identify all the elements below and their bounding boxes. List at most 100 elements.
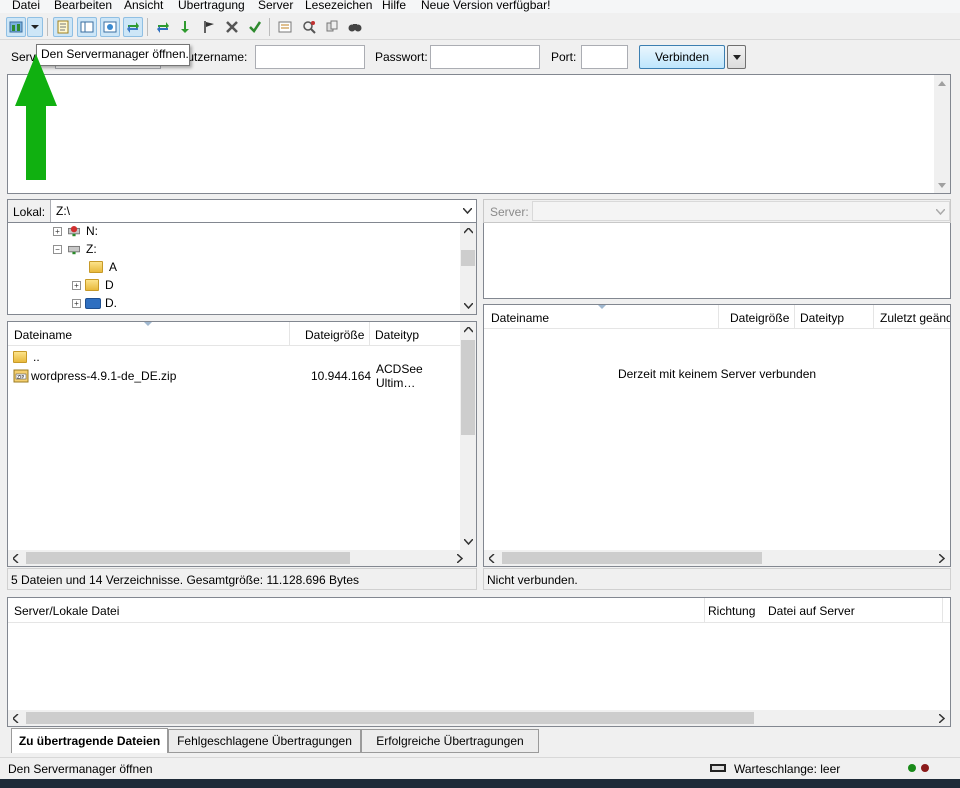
directory-filter-icon[interactable] [275,17,295,37]
expand-icon[interactable]: + [53,226,62,236]
statusbar: Den Servermanager öffnen Warteschlange: … [0,757,960,779]
network-drive-icon [68,245,80,254]
cancel-operation-icon[interactable] [199,17,219,37]
column-dateigroesse[interactable]: Dateigröße [730,311,789,325]
local-tree-icon[interactable] [77,17,97,37]
menu-datei[interactable]: Datei [12,0,40,12]
tooltip: Den Servermanager öffnen. [36,44,190,66]
local-tree-scrollbar[interactable] [460,223,476,314]
tree-node-z[interactable]: − Z: [53,242,97,256]
message-log [7,74,951,194]
remote-file-list: Dateiname Dateigröße Dateityp Zuletzt ge… [483,304,951,567]
port-label: Port: [551,50,577,64]
remote-tree-icon[interactable] [100,17,120,37]
scroll-up-icon[interactable] [460,322,476,338]
menubar: Datei Bearbeiten Ansicht Übertragung Ser… [0,0,960,13]
sort-icon [598,305,606,309]
refresh-icon[interactable] [153,17,173,37]
remote-empty-message: Derzeit mit keinem Server verbunden [617,367,817,381]
column-dateiname[interactable]: Dateiname [14,328,72,342]
tree-node-a[interactable]: A [89,260,117,274]
chevron-down-icon [732,54,741,60]
local-list-vscrollbar[interactable] [460,322,476,550]
menu-bearbeiten[interactable]: Bearbeiten [54,0,112,12]
transfer-queue-icon[interactable] [123,17,143,37]
reconnect-icon[interactable] [245,17,265,37]
remote-list-hscrollbar[interactable] [484,550,950,566]
tree-node-d2[interactable]: + D. [72,296,117,310]
scroll-right-icon[interactable] [452,550,468,566]
svg-text:ZIP: ZIP [17,375,24,381]
remote-path-label: Server: [490,205,529,219]
menu-server[interactable]: Server [258,0,293,12]
scroll-left-icon[interactable] [484,550,500,566]
username-input[interactable] [255,45,365,69]
scroll-thumb[interactable] [461,340,475,435]
scroll-down-icon[interactable] [460,534,476,550]
menu-hilfe[interactable]: Hilfe [382,0,406,12]
menu-neue-version[interactable]: Neue Version verfügbar! [421,0,550,12]
queue-hscrollbar[interactable] [8,710,950,726]
tab-erfolgreiche[interactable]: Erfolgreiche Übertragungen [361,729,539,753]
scroll-down-icon[interactable] [934,177,950,193]
message-log-scrollbar[interactable] [934,75,950,193]
disconnect-icon[interactable] [222,17,242,37]
local-path-label: Lokal: [13,205,46,219]
scroll-right-icon[interactable] [934,550,950,566]
tab-zu-uebertragende[interactable]: Zu übertragende Dateien [11,728,168,753]
scroll-thumb[interactable] [26,552,350,564]
transfer-queue: Server/Lokale Datei Richtung Datei auf S… [7,597,951,727]
search-icon[interactable] [345,17,365,37]
list-item[interactable]: ZIP wordpress-4.9.1-de_DE.zip 10.944.164… [13,362,458,390]
tree-node-n[interactable]: + N: [53,224,98,238]
scroll-thumb[interactable] [461,250,475,266]
chevron-down-icon[interactable] [936,209,945,215]
remote-path-input[interactable] [532,201,950,221]
scroll-down-icon[interactable] [460,298,476,314]
scroll-thumb[interactable] [26,712,754,724]
column-server-lokale-datei[interactable]: Server/Lokale Datei [14,604,119,618]
expand-icon[interactable]: + [72,298,81,308]
expand-icon[interactable]: + [72,280,81,290]
sync-browse-icon[interactable] [322,17,342,37]
column-dateityp[interactable]: Dateityp [800,311,844,325]
column-dateigroesse[interactable]: Dateigröße [305,328,364,342]
local-file-list: Dateiname Dateigröße Dateityp .. ZIP wor… [7,321,477,567]
column-dateityp[interactable]: Dateityp [375,328,419,342]
statusbar-message: Den Servermanager öffnen [8,762,153,776]
column-zuletzt-geaendert[interactable]: Zuletzt geänd [880,311,950,325]
connect-button[interactable]: Verbinden [639,45,725,69]
column-dateiname[interactable]: Dateiname [491,311,549,325]
local-path-input[interactable]: Z:\ [50,200,476,222]
collapse-icon[interactable]: − [53,244,62,254]
scroll-left-icon[interactable] [8,550,24,566]
menu-lesezeichen[interactable]: Lesezeichen [305,0,372,12]
scroll-right-icon[interactable] [934,710,950,726]
local-path-bar: Lokal: Z:\ [7,199,477,223]
scroll-left-icon[interactable] [8,710,24,726]
process-queue-icon[interactable] [176,17,196,37]
column-richtung[interactable]: Richtung [708,604,755,618]
scroll-up-icon[interactable] [460,223,476,239]
site-manager-dropdown-icon[interactable] [27,17,43,37]
scroll-thumb[interactable] [502,552,762,564]
password-label: Passwort: [375,50,428,64]
scroll-up-icon[interactable] [934,75,950,91]
connect-history-button[interactable] [727,45,746,69]
password-input[interactable] [430,45,540,69]
folder-icon [89,261,103,273]
tree-node-d[interactable]: + D [72,278,114,292]
tab-fehlgeschlagene[interactable]: Fehlgeschlagene Übertragungen [168,729,361,753]
message-log-icon[interactable] [53,17,73,37]
zip-icon: ZIP [13,369,29,383]
column-datei-auf-server[interactable]: Datei auf Server [768,604,855,618]
site-manager-icon[interactable] [6,17,26,37]
port-input[interactable] [581,45,628,69]
chevron-down-icon[interactable] [463,208,472,214]
local-list-hscrollbar[interactable] [8,550,476,566]
local-list-header: Dateiname Dateigröße Dateityp [8,322,460,346]
menu-ansicht[interactable]: Ansicht [124,0,163,12]
menu-uebertragung[interactable]: Übertragung [178,0,245,12]
speed-limit-icon[interactable] [710,764,726,772]
compare-icon[interactable] [299,17,319,37]
